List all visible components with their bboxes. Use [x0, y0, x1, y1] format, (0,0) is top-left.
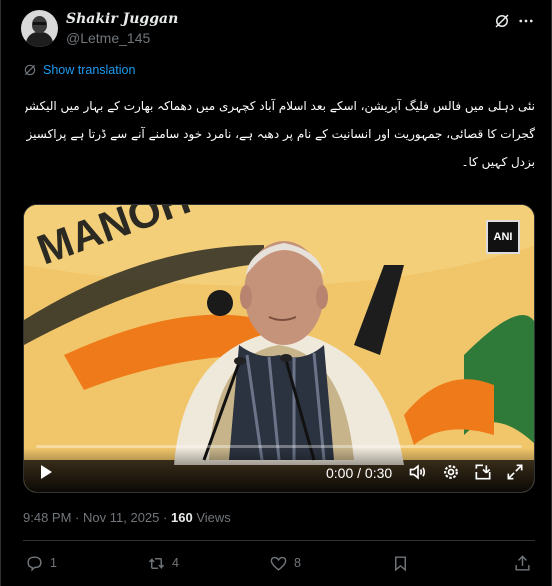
like-button[interactable]: 8	[269, 551, 301, 575]
show-translation-label: Show translation	[43, 63, 136, 77]
repost-button[interactable]: 4	[147, 551, 179, 575]
heart-icon	[270, 556, 287, 571]
divider	[23, 540, 535, 541]
tweet-meta: 9:48 PM · Nov 11, 2025 · 160 Views	[23, 510, 231, 525]
tweet-text-line: نئی دہلی میں فالس فلیگ آپریشن، اسکے بعد …	[25, 99, 535, 113]
fullscreen-icon[interactable]	[505, 462, 525, 482]
tweet-header: Shakir Juggan @Letme_145	[21, 10, 535, 50]
meta-dot: ·	[75, 510, 80, 525]
grok-icon[interactable]	[493, 12, 511, 30]
tweet-detail: Shakir Juggan @Letme_145 Show translatio…	[0, 0, 552, 586]
more-icon[interactable]	[517, 12, 535, 30]
views-count: 160	[170, 510, 193, 525]
avatar[interactable]	[21, 10, 58, 47]
duration: 0:30	[364, 465, 393, 481]
tweet-text: نئی دہلی میں فالس فلیگ آپریشن، اسکے بعد …	[25, 92, 535, 176]
action-bar: 1 4 8	[25, 551, 531, 575]
time-separator: /	[357, 465, 362, 481]
share-button[interactable]	[513, 551, 532, 575]
like-count: 8	[294, 556, 301, 570]
views-label: Views	[196, 510, 231, 525]
video-controls: 0:00 / 0:30	[24, 448, 534, 492]
tweet-text-line: گجرات کا قصائی، جمہوریت اور انسانیت کے ن…	[25, 127, 535, 141]
meta-dot: ·	[163, 510, 168, 525]
current-time: 0:00	[326, 465, 354, 481]
video-player[interactable]: MANOH ANI 0:00 / 0:30	[23, 204, 535, 493]
pip-icon[interactable]	[473, 462, 493, 482]
bookmark-button[interactable]	[391, 551, 410, 575]
video-time: 0:00 / 0:30	[326, 465, 392, 481]
play-icon[interactable]	[38, 464, 54, 480]
show-translation-link[interactable]: Show translation	[23, 62, 135, 78]
volume-icon[interactable]	[408, 462, 428, 482]
settings-icon[interactable]	[441, 462, 461, 482]
tweet-date[interactable]: Nov 11, 2025	[83, 510, 159, 525]
author-handle[interactable]: @Letme_145	[66, 30, 150, 46]
bookmark-icon	[395, 555, 406, 571]
reply-count: 1	[50, 556, 57, 570]
author-display-name[interactable]: Shakir Juggan	[66, 11, 178, 27]
globe-icon	[24, 64, 36, 76]
reply-icon	[27, 555, 42, 572]
repost-icon	[148, 557, 165, 569]
ani-watermark: ANI	[486, 220, 520, 254]
repost-count: 4	[172, 556, 179, 570]
reply-button[interactable]: 1	[25, 551, 57, 575]
tweet-text-line: بزدل کہیں کا۔	[461, 155, 535, 169]
tweet-time[interactable]: 9:48 PM	[23, 510, 71, 525]
share-icon	[515, 554, 530, 571]
